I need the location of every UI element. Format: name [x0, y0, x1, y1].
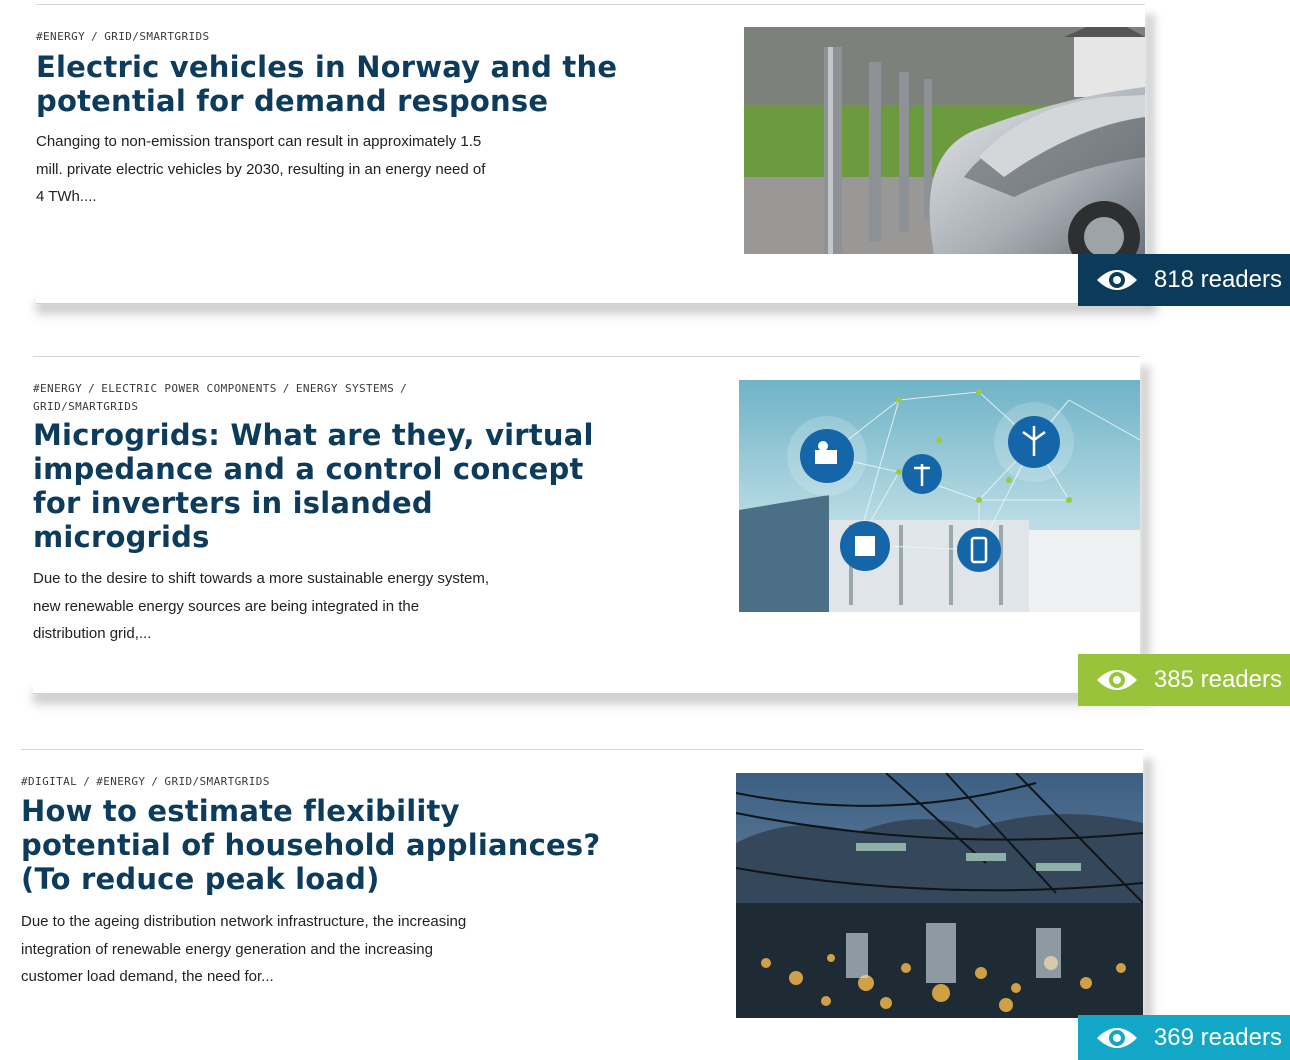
readers-badge: 369 readers	[1077, 1015, 1290, 1060]
article-tags: #ENERGY / ELECTRIC POWER COMPONENTS / ENERGY…	[33, 382, 408, 413]
article-card[interactable]: #DIGITAL / #ENERGY / GRID/SMARTGRIDS How to …	[21, 749, 1157, 1060]
tag-link[interactable]: #DIGITAL	[21, 775, 77, 788]
article-tags: #ENERGY / GRID/SMARTGRIDS	[36, 30, 210, 43]
power-lines-photo	[736, 773, 1143, 1018]
tag-link[interactable]: GRID/SMARTGRIDS	[33, 400, 138, 413]
readers-badge: 818 readers	[1077, 254, 1290, 306]
readers-badge: 385 readers	[1077, 654, 1290, 706]
article-excerpt: Due to the ageing distribution network i…	[21, 913, 467, 985]
card-shadow	[33, 692, 1152, 708]
article-card[interactable]: #ENERGY / GRID/SMARTGRIDS Electric vehicle…	[36, 4, 1159, 318]
article-title[interactable]: Microgrids: What are they, virtual impeda…	[33, 418, 594, 554]
eye-icon	[1096, 1027, 1137, 1048]
tag-link[interactable]: GRID/SMARTGRIDS	[104, 30, 209, 43]
tag-link[interactable]: ENERGY SYSTEMS	[296, 382, 394, 395]
tag-link[interactable]: #ENERGY	[33, 382, 82, 395]
card-shadow	[1140, 366, 1154, 694]
article-title[interactable]: Electric vehicles in Norway and the poten…	[36, 50, 617, 118]
article-thumbnail[interactable]	[744, 27, 1145, 254]
article-thumbnail[interactable]	[736, 773, 1143, 1018]
tag-link[interactable]: #ENERGY	[96, 775, 145, 788]
article-title[interactable]: How to estimate flexibility potential of …	[21, 794, 600, 896]
tag-link[interactable]: GRID/SMARTGRIDS	[164, 775, 269, 788]
article-tags: #DIGITAL / #ENERGY / GRID/SMARTGRIDS	[21, 775, 270, 788]
readers-count: 818 readers	[1153, 266, 1282, 293]
divider	[36, 303, 1145, 304]
microgrid-illustration	[739, 380, 1140, 612]
ev-charging-photo	[744, 27, 1145, 254]
eye-icon	[1096, 270, 1137, 290]
card-shadow	[36, 302, 1157, 318]
article-excerpt: Changing to non-emission transport can r…	[36, 133, 486, 205]
article-thumbnail[interactable]	[739, 380, 1140, 612]
readers-count: 385 readers	[1153, 666, 1282, 693]
tag-link[interactable]: ELECTRIC POWER COMPONENTS	[101, 382, 277, 395]
article-excerpt: Due to the desire to shift towards a mor…	[33, 570, 490, 642]
article-card[interactable]: #ENERGY / ELECTRIC POWER COMPONENTS / ENERGY…	[33, 356, 1154, 708]
eye-icon	[1096, 670, 1137, 690]
readers-count: 369 readers	[1153, 1023, 1282, 1051]
tag-link[interactable]: #ENERGY	[36, 30, 85, 43]
divider	[33, 693, 1140, 694]
